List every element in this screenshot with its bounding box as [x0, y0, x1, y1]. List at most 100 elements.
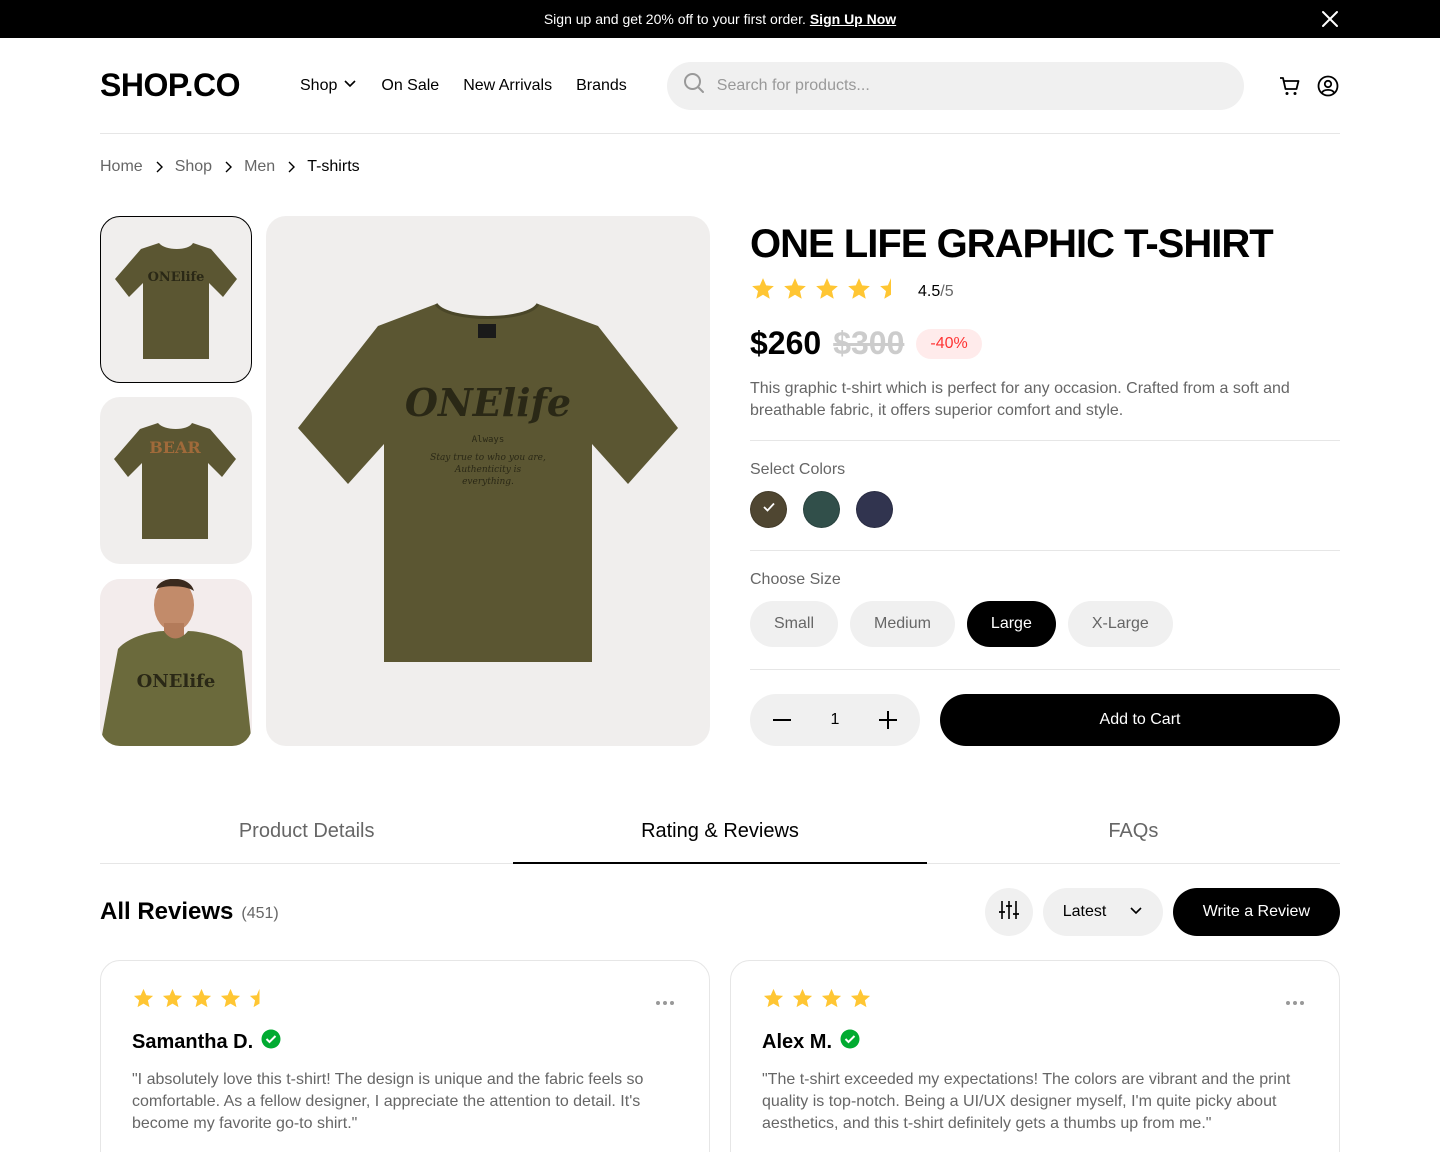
product-rating: 4.5/5 [750, 276, 1350, 307]
star-icon [161, 987, 184, 1015]
plus-icon[interactable] [876, 708, 900, 732]
minus-icon[interactable] [770, 708, 794, 732]
svg-text:everything.: everything. [462, 477, 514, 487]
color-swatch[interactable] [803, 491, 840, 528]
star-icon [849, 987, 872, 1015]
thumbnail-back[interactable]: BEAR [100, 397, 252, 564]
current-price: $260 [750, 325, 822, 361]
nav-new-arrivals[interactable]: New Arrivals [463, 76, 552, 95]
original-price: $300 [833, 325, 905, 361]
check-icon [761, 499, 777, 520]
star-icon [814, 276, 840, 307]
reviews-title: All Reviews [100, 898, 234, 925]
color-swatch[interactable] [856, 491, 893, 528]
color-swatch[interactable] [750, 491, 787, 528]
tab-faqs[interactable]: FAQs [927, 806, 1340, 863]
promo-bar: Sign up and get 20% off to your first or… [0, 0, 1440, 38]
verified-icon [840, 1029, 860, 1055]
review-stars [132, 987, 678, 1015]
sort-label: Latest [1062, 903, 1107, 920]
reviewer-name: Samantha D. [132, 1030, 254, 1053]
svg-text:ONElife: ONElife [405, 380, 571, 425]
price-row: $260 $300 -40% [750, 325, 1350, 362]
star-icon [219, 987, 242, 1015]
sort-dropdown[interactable]: Latest [1042, 888, 1163, 936]
breadcrumb-current: T-shirts [307, 158, 360, 175]
reviews-header: All Reviews (451) Latest Write a Review [100, 888, 1340, 936]
star-icon [820, 987, 843, 1015]
search-input[interactable] [716, 76, 1197, 95]
chevron-right-icon [283, 159, 299, 175]
product-info: ONE LIFE GRAPHIC T-SHIRT 4.5/5 $260 $300… [750, 216, 1350, 746]
star-icon [782, 276, 808, 307]
promo-signup-link[interactable]: Sign Up Now [810, 11, 896, 27]
rating-denominator: /5 [940, 282, 954, 300]
rating-number: 4.5 [918, 282, 941, 300]
reviews-count: (451) [241, 905, 279, 922]
product-description: This graphic t-shirt which is perfect fo… [750, 378, 1340, 441]
main-nav: Shop On Sale New Arrivals Brands [300, 76, 627, 95]
cart-icon[interactable] [1278, 74, 1302, 98]
tab-rating-reviews[interactable]: Rating & Reviews [513, 806, 927, 864]
breadcrumb-men[interactable]: Men [244, 158, 275, 176]
verified-icon [261, 1029, 281, 1055]
user-icon[interactable] [1316, 74, 1340, 98]
more-icon[interactable] [653, 991, 677, 1015]
reviewer-name: Alex M. [762, 1030, 833, 1053]
review-text: "I absolutely love this t-shirt! The des… [132, 1071, 644, 1132]
logo[interactable]: SHOP.CO [100, 67, 300, 104]
svg-text:BEAR: BEAR [149, 438, 201, 457]
product-tabs: Product Details Rating & Reviews FAQs [100, 806, 1340, 864]
chevron-right-icon [151, 159, 167, 175]
size-option[interactable]: Large [966, 601, 1056, 647]
write-review-button[interactable]: Write a Review [1172, 888, 1340, 936]
star-icon [190, 987, 213, 1015]
size-option[interactable]: Medium [850, 601, 955, 647]
more-icon[interactable] [1283, 991, 1307, 1015]
review-card: Alex M. "The t-shirt exceeded my expecta… [730, 960, 1340, 1152]
site-header: SHOP.CO Shop On Sale New Arrivals Brands [100, 38, 1340, 134]
discount-badge: -40% [916, 328, 982, 359]
quantity-stepper: 1 [750, 694, 920, 746]
add-to-cart-button[interactable]: Add to Cart [940, 694, 1340, 746]
colors-label: Select Colors [750, 461, 846, 478]
quantity-value: 1 [830, 711, 840, 728]
star-icon [762, 987, 785, 1015]
size-option[interactable]: X-Large [1067, 601, 1173, 647]
thumbnail-model[interactable]: ONElife [100, 579, 252, 746]
reviewer-name-row: Alex M. [762, 1029, 1308, 1055]
nav-on-sale[interactable]: On Sale [381, 76, 439, 95]
nav-shop-label: Shop [300, 76, 338, 94]
thumbnail-front[interactable]: ONElife [100, 216, 252, 383]
nav-shop[interactable]: Shop [300, 76, 357, 95]
star-half-icon [878, 276, 904, 307]
search-bar [666, 61, 1244, 110]
svg-text:ONElife: ONElife [137, 671, 216, 692]
chevron-down-icon [343, 76, 357, 95]
promo-text: Sign up and get 20% off to your first or… [543, 11, 806, 27]
chevron-down-icon [1129, 903, 1143, 922]
breadcrumb-shop[interactable]: Shop [175, 158, 212, 176]
reviewer-name-row: Samantha D. [132, 1029, 678, 1055]
svg-text:Stay true to who you are,: Stay true to who you are, [430, 453, 546, 463]
close-icon[interactable] [1320, 9, 1340, 29]
search-icon [683, 72, 705, 99]
rating-value: 4.5/5 [918, 283, 954, 301]
header-actions [1278, 74, 1340, 98]
star-icon [846, 276, 872, 307]
nav-brands[interactable]: Brands [576, 76, 627, 95]
star-icon [132, 987, 155, 1015]
filter-icon [998, 899, 1020, 926]
size-label: Choose Size [750, 571, 841, 588]
size-option[interactable]: Small [750, 601, 839, 647]
breadcrumb-home[interactable]: Home [100, 158, 143, 176]
rating-stars [750, 276, 904, 307]
chevron-right-icon [220, 159, 236, 175]
star-icon [791, 987, 814, 1015]
color-selector [750, 491, 1340, 551]
tab-product-details[interactable]: Product Details [100, 806, 513, 863]
review-card: Samantha D. "I absolutely love this t-sh… [100, 960, 710, 1152]
filter-button[interactable] [984, 888, 1033, 936]
svg-text:Authenticity is: Authenticity is [454, 465, 522, 475]
star-icon [750, 276, 776, 307]
